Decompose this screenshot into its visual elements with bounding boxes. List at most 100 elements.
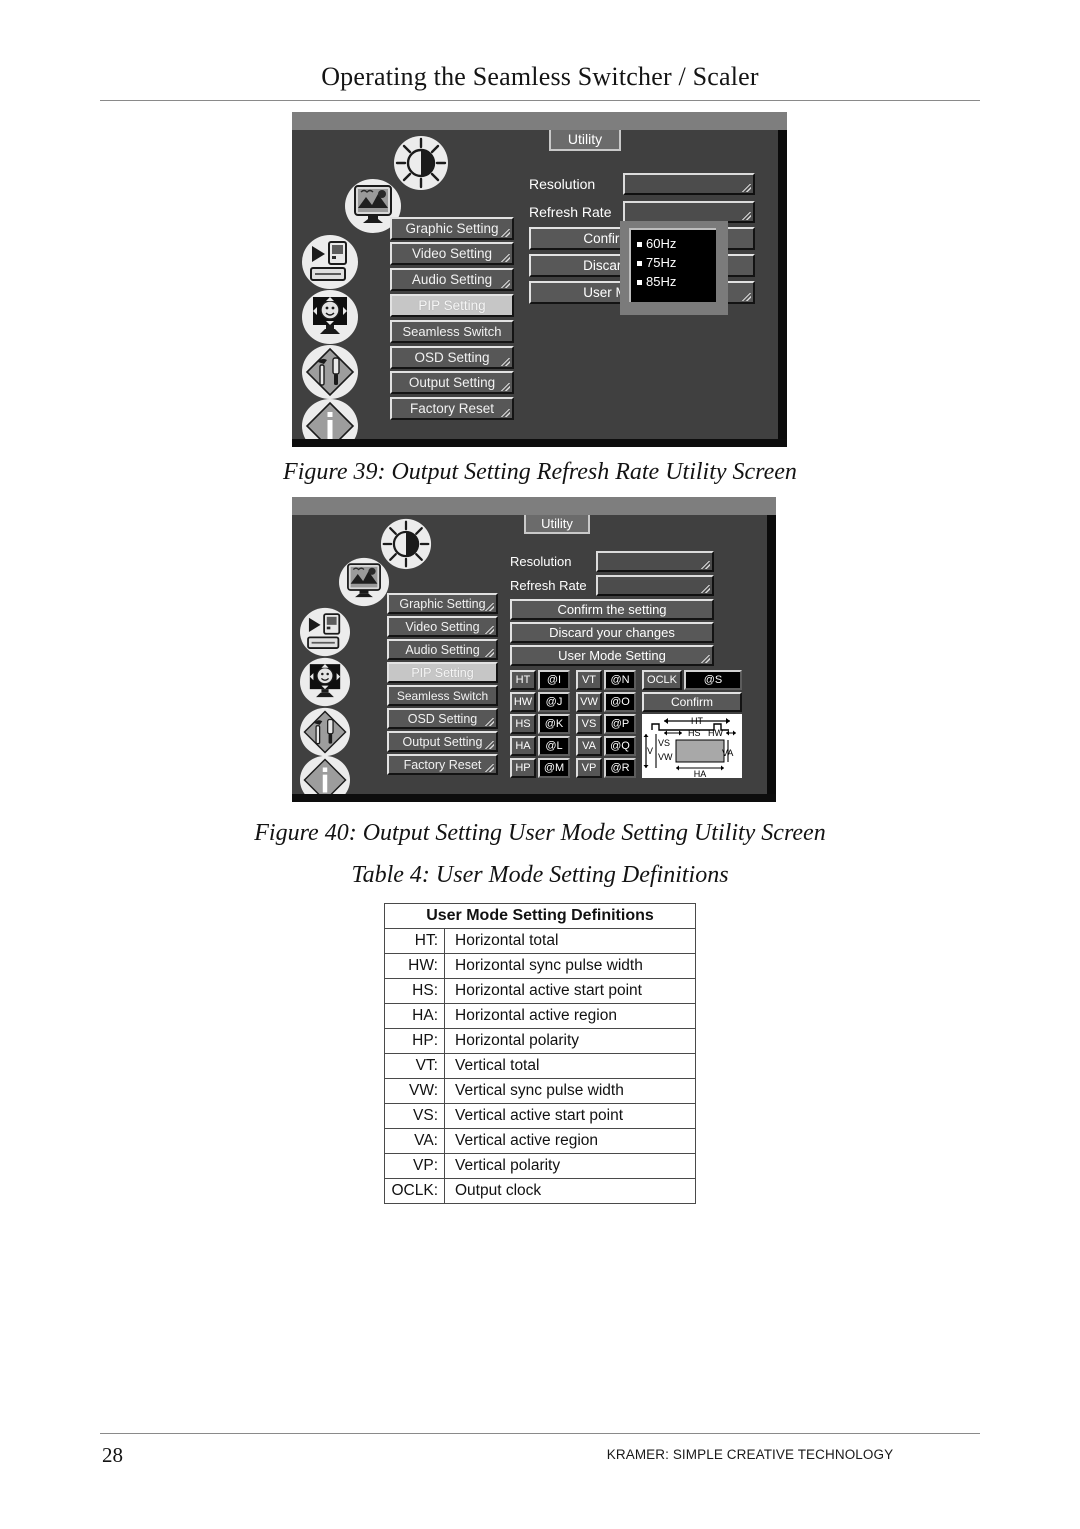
menu-item-factory-reset[interactable]: Factory Reset — [390, 397, 514, 420]
param-value-vs[interactable]: @P — [604, 714, 636, 734]
param-key-vs[interactable]: VS — [576, 714, 602, 734]
figure-39-osd-screenshot: Utility Graphic Setting Video Setting Au… — [292, 112, 787, 447]
table-cell-abbr: VT: — [384, 1053, 445, 1079]
button-confirm-user-mode[interactable]: Confirm — [642, 692, 742, 712]
param-key-label: VP — [581, 762, 597, 774]
input-refresh-rate[interactable] — [596, 575, 714, 596]
param-key-hw[interactable]: HW — [510, 692, 536, 712]
button-label: User Mode Setting — [558, 648, 666, 663]
param-value-hp[interactable]: @M — [538, 758, 570, 778]
svg-text:HS: HS — [688, 728, 701, 738]
graphic-display-icon[interactable] — [338, 557, 390, 607]
param-value-ha[interactable]: @L — [538, 736, 570, 756]
input-refresh-rate[interactable] — [623, 201, 755, 223]
param-key-ht[interactable]: HT — [510, 670, 536, 690]
menu-item-video-setting[interactable]: Video Setting — [387, 616, 498, 637]
timing-diagram: HT HS HW V VS VW VA HA — [642, 714, 742, 779]
button-discard-your-changes[interactable]: Discard your changes — [510, 622, 714, 643]
utility-tools-icon[interactable] — [301, 344, 359, 400]
param-key-label: VS — [581, 718, 597, 730]
button-user-mode-setting[interactable]: User Mode Setting — [510, 645, 714, 666]
param-value-label: @L — [545, 740, 563, 752]
menu-item-video-setting[interactable]: Video Setting — [390, 242, 514, 265]
param-value-label: @K — [544, 718, 564, 730]
menu-item-seamless-switch[interactable]: Seamless Switch — [390, 320, 514, 343]
svg-text:HW: HW — [708, 728, 723, 738]
table-cell-abbr: HW: — [384, 953, 445, 979]
page-header: Operating the Seamless Switcher / Scaler — [100, 62, 980, 92]
param-key-label: HS — [515, 718, 531, 730]
param-key-vp[interactable]: VP — [576, 758, 602, 778]
audio-video-source-icon[interactable] — [299, 607, 351, 657]
param-value-label: @R — [610, 762, 630, 774]
dropdown-refresh-rate-options[interactable]: 60Hz 75Hz 85Hz — [620, 221, 728, 315]
osd-titlebar — [292, 112, 787, 130]
resize-grip-icon — [501, 409, 510, 417]
menu-item-audio-setting[interactable]: Audio Setting — [390, 268, 514, 291]
input-resolution[interactable] — [623, 173, 755, 195]
osd-right-shadow — [778, 130, 787, 447]
dropdown-option-85hz[interactable]: 85Hz — [637, 272, 716, 291]
param-value-label: @I — [546, 674, 562, 686]
param-key-label: VW — [580, 696, 598, 708]
dropdown-option-75hz[interactable]: 75Hz — [637, 253, 716, 272]
param-key-hs[interactable]: HS — [510, 714, 536, 734]
param-value-label: @O — [610, 696, 630, 708]
param-key-va[interactable]: VA — [576, 736, 602, 756]
tab-utility[interactable]: Utility — [549, 130, 621, 151]
table-cell-desc: Horizontal active start point — [444, 978, 696, 1004]
param-value-vt[interactable]: @N — [604, 670, 636, 690]
menu-item-osd-setting[interactable]: OSD Setting — [390, 346, 514, 369]
param-value-label: @N — [610, 674, 630, 686]
pip-setting-icon[interactable] — [299, 657, 351, 707]
information-icon[interactable] — [299, 755, 351, 794]
resize-grip-icon — [485, 764, 494, 772]
dropdown-option-60hz[interactable]: 60Hz — [637, 234, 716, 253]
param-value-hs[interactable]: @K — [538, 714, 570, 734]
param-key-label: OCLK — [647, 674, 677, 686]
param-key-vw[interactable]: VW — [576, 692, 602, 712]
param-value-ht[interactable]: @I — [538, 670, 570, 690]
menu-item-output-setting[interactable]: Output Setting — [387, 731, 498, 752]
param-key-hp[interactable]: HP — [510, 758, 536, 778]
option-label: 75Hz — [646, 255, 677, 270]
audio-video-source-icon[interactable] — [301, 234, 359, 290]
input-resolution[interactable] — [596, 551, 714, 572]
tab-utility[interactable]: Utility — [524, 515, 590, 534]
menu-item-factory-reset[interactable]: Factory Reset — [387, 754, 498, 775]
menu-item-pip-setting[interactable]: PIP Setting — [390, 294, 514, 317]
param-value-vp[interactable]: @R — [604, 758, 636, 778]
param-key-oclk[interactable]: OCLK — [642, 670, 682, 690]
menu-item-output-setting[interactable]: Output Setting — [390, 371, 514, 394]
menu-item-graphic-setting[interactable]: Graphic Setting — [387, 593, 498, 614]
resize-grip-icon — [701, 561, 710, 569]
resize-grip-icon — [485, 741, 494, 749]
param-key-vt[interactable]: VT — [576, 670, 602, 690]
menu-item-seamless-switch[interactable]: Seamless Switch — [387, 685, 498, 706]
menu-item-graphic-setting[interactable]: Graphic Setting — [390, 217, 514, 240]
option-label: 60Hz — [646, 236, 677, 251]
button-confirm-the-setting[interactable]: Confirm the setting — [510, 599, 714, 620]
table-row: HA: Horizontal active region — [384, 1003, 696, 1029]
menu-item-audio-setting[interactable]: Audio Setting — [387, 639, 498, 660]
table-cell-desc: Horizontal total — [444, 928, 696, 954]
table-4-caption: Table 4: User Mode Setting Definitions — [351, 862, 729, 888]
param-value-label: @Q — [610, 740, 630, 752]
menu-label: PIP Setting — [418, 298, 486, 313]
table-cell-desc: Vertical active region — [444, 1128, 696, 1154]
information-icon[interactable] — [301, 398, 359, 439]
param-value-va[interactable]: @Q — [604, 736, 636, 756]
label-resolution: Resolution — [510, 554, 572, 569]
menu-item-osd-setting[interactable]: OSD Setting — [387, 708, 498, 729]
button-label: Confirm — [670, 695, 713, 709]
menu-item-pip-setting[interactable]: PIP Setting — [387, 662, 498, 683]
param-key-ha[interactable]: HA — [510, 736, 536, 756]
param-value-hw[interactable]: @J — [538, 692, 570, 712]
bullet-icon — [637, 280, 642, 285]
table-header-row: User Mode Setting Definitions — [384, 903, 696, 929]
param-value-oclk[interactable]: @S — [684, 670, 742, 690]
param-value-vw[interactable]: @O — [604, 692, 636, 712]
pip-setting-icon[interactable] — [301, 289, 359, 345]
utility-tools-icon[interactable] — [299, 707, 351, 757]
osd-bottom-shadow — [292, 439, 787, 447]
